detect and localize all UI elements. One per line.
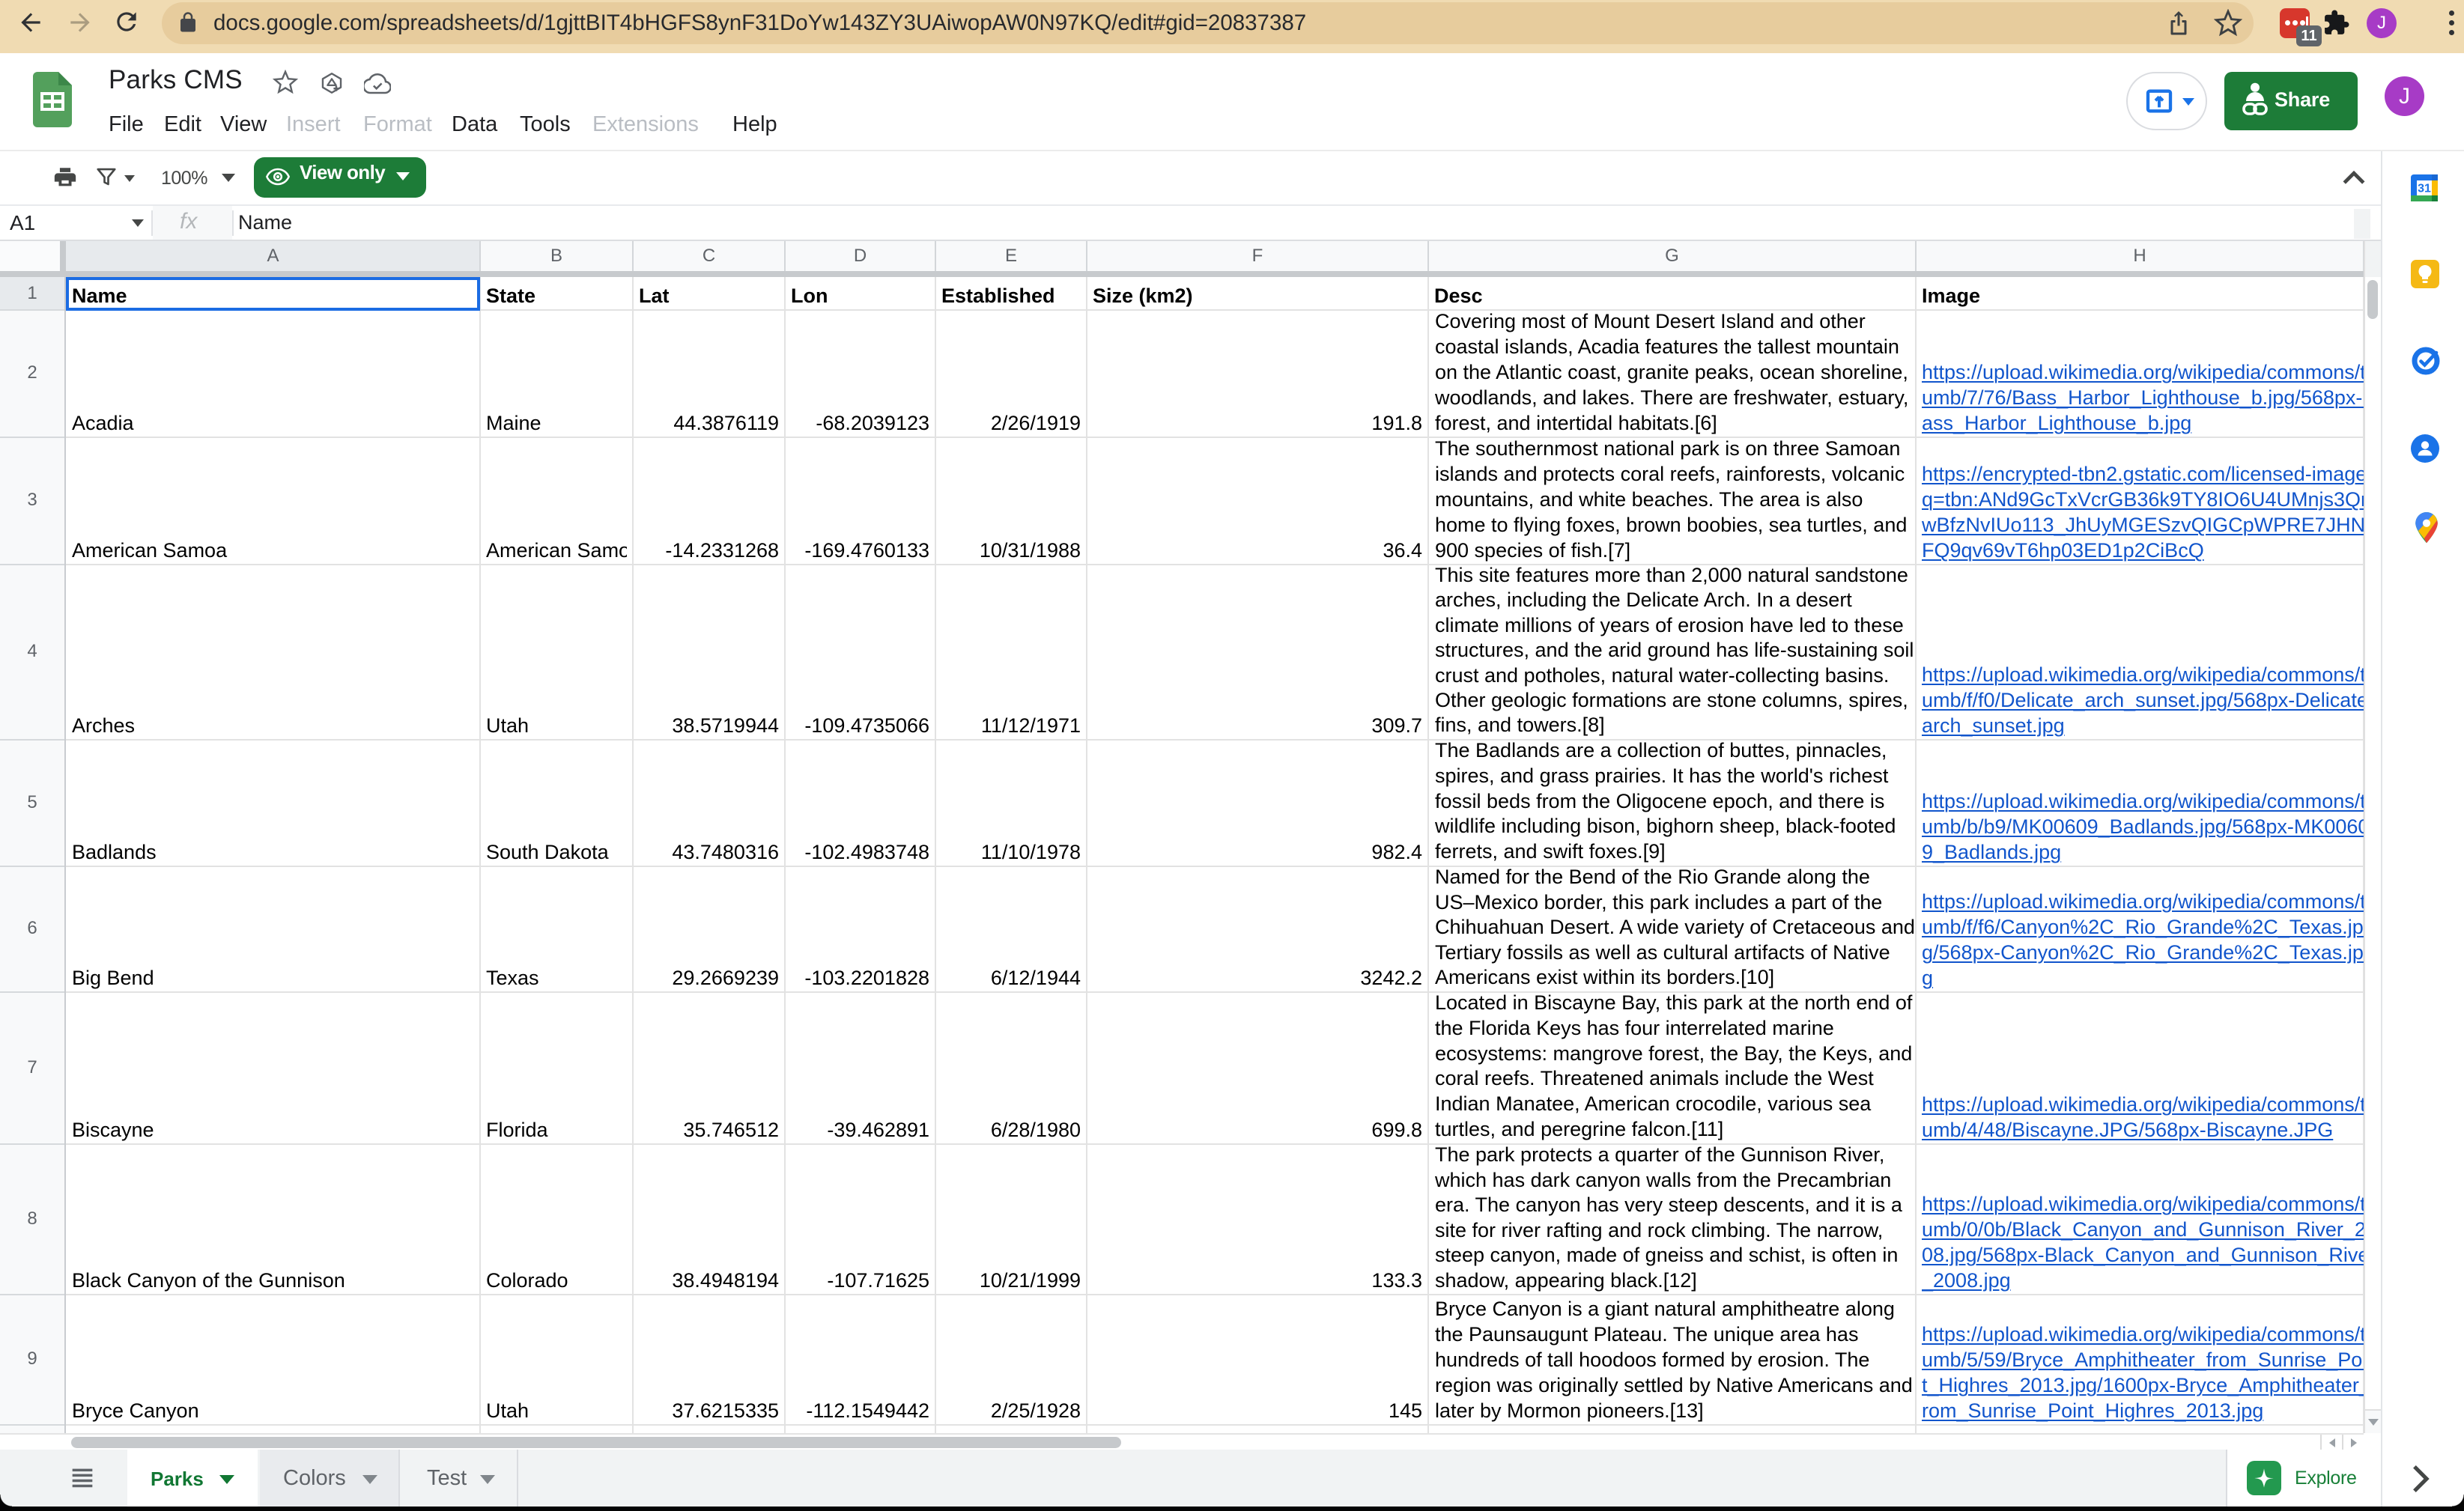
svg-text:31: 31: [2418, 183, 2431, 195]
